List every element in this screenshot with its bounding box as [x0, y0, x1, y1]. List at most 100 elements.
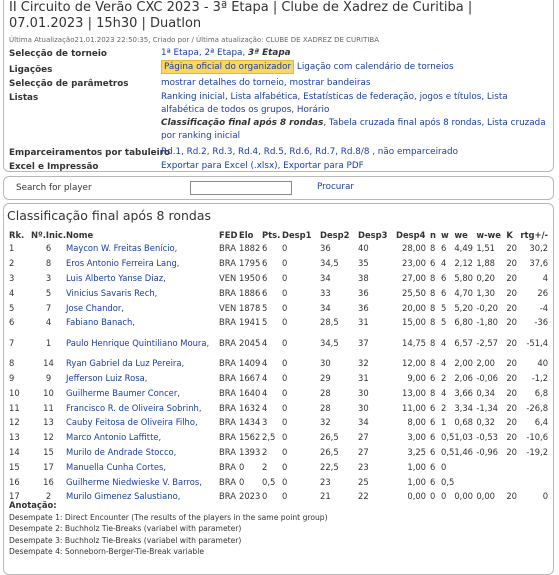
final-standings-panel: Classificação final após 8 rondas Rk. Nº… — [3, 203, 554, 575]
cell-points: 4 — [262, 400, 283, 415]
col-name: Nome — [66, 229, 94, 240]
cell-w-we: 1,30 — [476, 287, 495, 298]
cell-k — [506, 474, 520, 489]
cell-rank: 9 — [9, 370, 31, 386]
cell-start-no: 4 — [45, 317, 52, 328]
cell-w-we: -1,34 — [476, 400, 507, 415]
cell-tb1: 0 — [282, 300, 321, 315]
cell-w: 6 — [441, 287, 447, 298]
search-label: Search for player — [16, 183, 92, 193]
col-fed: FED — [219, 229, 238, 240]
cell-start-no: 3 — [31, 270, 67, 286]
cell-tb2: 34 — [320, 270, 359, 286]
standings-header-row: Rk. Nº.Inic. Nome FED Elo Pts. Desp1 Des… — [9, 228, 548, 241]
cell-tb4: 9,00 — [396, 370, 431, 386]
cell-tb3: 37 — [358, 329, 397, 356]
col-elo: Elo — [239, 229, 254, 240]
cell-tb2: 34,5 — [320, 329, 359, 356]
cell-fed: BRA — [219, 387, 236, 398]
cell-fed: BRA — [219, 370, 240, 386]
player-name-link[interactable]: Marco Antonio Laffitte, — [66, 429, 220, 445]
player-name-link[interactable]: Murilo de Andrade Stocco, — [66, 445, 219, 460]
cell-start-no: 7 — [31, 300, 67, 315]
cell-start-no: 1 — [31, 329, 67, 356]
search-button[interactable]: Procurar — [317, 182, 354, 192]
cell-w: 2 — [441, 370, 455, 386]
cell-tb1: 0 — [282, 459, 321, 475]
player-name-link[interactable]: Manuella Cunha Cortes, — [66, 459, 220, 475]
table-row: 7 1 Paulo Henrique Quintiliano Moura, BRA 20… — [9, 329, 549, 356]
cell-tb3: 38 — [358, 270, 397, 286]
cell-w-we: 2,00 — [476, 358, 495, 369]
cell-n: 8 — [430, 329, 442, 356]
player-name-link[interactable]: Jefferson Luiz Rosa, — [66, 370, 220, 386]
standings-table: Rk. Nº.Inic. Nome FED Elo Pts. Desp1 Des… — [9, 228, 549, 504]
stage-2-link[interactable]: 2ª Etapa — [205, 48, 243, 58]
player-name-link[interactable]: Paulo Henrique Quintiliano Moura, — [66, 329, 220, 356]
col-we: we — [454, 229, 468, 240]
cell-we: 5,80 — [454, 270, 477, 286]
cell-elo: 1882 — [239, 241, 263, 256]
cell-points: 3 — [262, 417, 268, 428]
pairing-rounds-links[interactable]: Rd.1, Rd.2, Rd.3, Rd.4, Rd.5, Rd.6, Rd.7… — [161, 147, 458, 157]
player-name-link[interactable]: Guilherme Baumer Concer, — [66, 385, 219, 400]
player-name-link[interactable]: Luis Alberto Yanse Diaz, — [66, 270, 220, 286]
cell-w-we: -0,96 — [476, 446, 499, 457]
col-w-we: w-we — [476, 229, 501, 240]
player-name-link[interactable]: Ryan Gabriel da Luz Pereira, — [66, 356, 219, 371]
cell-rating-change: -10,6 — [520, 429, 549, 445]
table-row: 15 17 Manuella Cunha Cortes, BRA 0 2 0 22,5 23 1,… — [9, 459, 549, 475]
cell-elo: 1950 — [239, 270, 263, 286]
cell-rating-change: -51,4 — [520, 329, 549, 356]
player-name-link[interactable]: Maycon W. Freitas Benício, — [66, 241, 220, 256]
cell-fed: BRA — [219, 446, 236, 457]
cell-n: 6 — [430, 446, 436, 457]
stage-1-link[interactable]: 1ª Etapa — [161, 48, 199, 58]
cell-k: 20 — [506, 300, 521, 315]
cell-n: 6 — [430, 476, 436, 487]
export-links[interactable]: Exportar para Excel (.xlsx), Exportar pa… — [161, 161, 364, 171]
cell-w-we: -0,53 — [476, 429, 507, 445]
cell-points: 2 — [262, 446, 268, 457]
show-details-link[interactable]: mostrar detalhes do torneio — [161, 78, 284, 88]
player-name-link[interactable]: Eros Antonio Ferreira Lang, — [66, 256, 219, 271]
cell-w: 6 — [441, 270, 455, 286]
show-flags-link[interactable]: mostrar bandeiras — [290, 78, 371, 88]
cell-points: 6 — [262, 258, 268, 269]
calendar-link[interactable]: Ligação com calendário de torneios — [297, 62, 454, 72]
cell-tb4: 27,00 — [396, 270, 431, 286]
cell-fed: BRA — [219, 287, 236, 298]
player-name-link[interactable]: Guilherme Niedwieske V. Barros, — [66, 474, 219, 489]
player-name-link[interactable]: Vinicius Savaris Rech, — [66, 285, 219, 300]
lists-links-line1[interactable]: Ranking inicial, Lista alfabética, Estat… — [161, 92, 508, 115]
tournament-selection-values: 1ª Etapa, 2ª Etapa, 3ª Etapa — [161, 48, 291, 58]
cell-k: 20 — [506, 429, 521, 445]
note-line: Desempate 2: Buchholz Tie-Breaks (variab… — [9, 524, 242, 533]
player-search-input[interactable] — [190, 181, 292, 195]
cell-tb3: 27 — [358, 429, 397, 445]
cell-we — [454, 459, 477, 475]
note-line: Desempate 1: Direct Encounter (The resul… — [9, 512, 328, 522]
tournament-selection-label: Selecção de torneio — [9, 49, 107, 59]
cell-we: 6,80 — [454, 317, 473, 328]
player-name-link[interactable]: Fabiano Banach, — [66, 315, 219, 330]
player-name-link[interactable]: Cauby Feitosa de Oliveira Filho, — [66, 415, 219, 430]
cell-tb1: 0 — [282, 258, 288, 269]
organizer-page-link[interactable]: Página oficial do organizador — [161, 60, 295, 74]
cell-tb1: 0 — [282, 417, 288, 428]
table-row: 10 10 Guilherme Baumer Concer, BRA 1640 4 0 28 3… — [9, 385, 548, 400]
cell-rank: 11 — [9, 400, 31, 415]
player-name-link[interactable]: Jose Chandor, — [66, 300, 220, 315]
player-name-link[interactable]: Francisco R. de Oliveira Sobrinh, — [66, 400, 220, 415]
cell-fed: VEN — [219, 300, 240, 315]
cell-w-we: 1,51 — [476, 241, 507, 256]
cell-w: 1 — [441, 417, 447, 428]
cell-points: 4 — [262, 329, 283, 356]
cell-n: 8 — [430, 387, 436, 398]
cell-we: 3,66 — [454, 387, 473, 398]
cell-we — [454, 474, 476, 489]
cell-w: 2 — [441, 400, 455, 415]
player-search-panel: Search for player Procurar — [3, 176, 554, 200]
cell-k: 20 — [506, 241, 521, 256]
cell-tb4: 12,00 — [402, 358, 427, 369]
